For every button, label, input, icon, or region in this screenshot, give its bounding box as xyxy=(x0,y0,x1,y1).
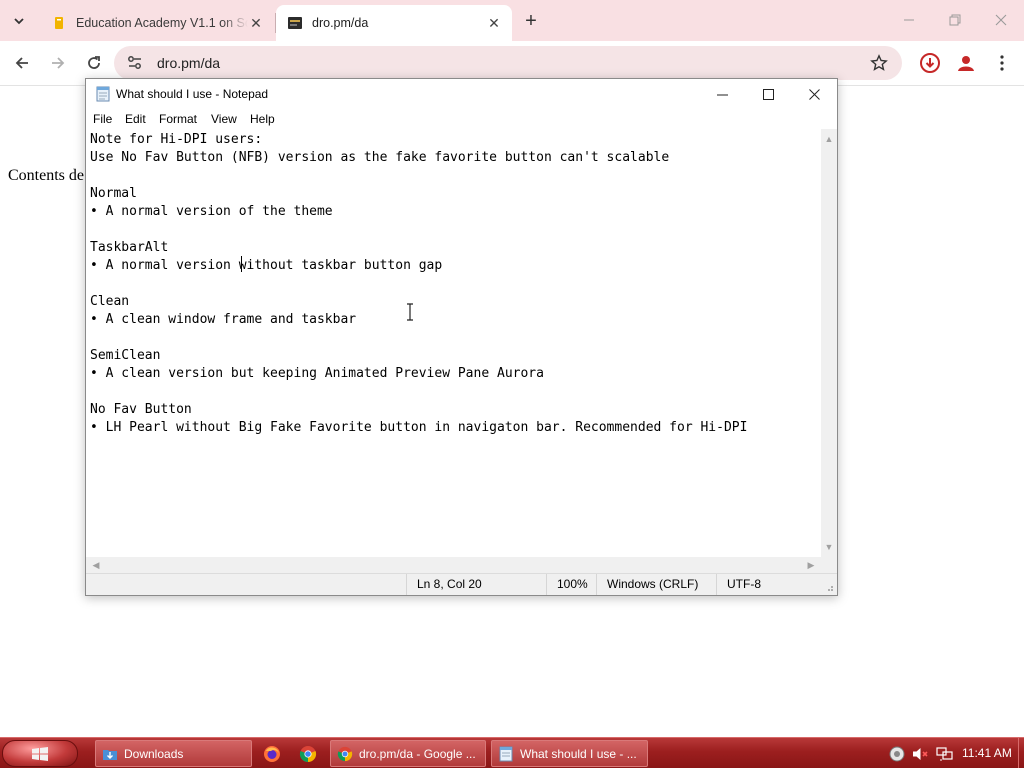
address-bar[interactable]: dro.pm/da xyxy=(114,46,902,80)
volume-muted-icon[interactable] xyxy=(912,745,930,763)
vertical-scrollbar[interactable]: ▲ ▼ xyxy=(821,129,837,557)
text-line xyxy=(90,275,821,293)
chrome-pin[interactable] xyxy=(296,742,320,766)
page-favicon-icon xyxy=(288,17,302,29)
network-icon[interactable] xyxy=(936,745,954,763)
taskbar-item-label: What should I use - ... xyxy=(520,746,637,761)
status-line-ending: Windows (CRLF) xyxy=(596,574,716,595)
chevron-down-icon xyxy=(14,18,24,25)
firefox-pin[interactable] xyxy=(260,742,284,766)
text-line: • A clean version but keeping Animated P… xyxy=(90,366,544,381)
text-line xyxy=(90,383,821,401)
download-indicator-icon[interactable] xyxy=(916,49,944,77)
start-button[interactable] xyxy=(2,740,78,767)
horizontal-scrollbar[interactable]: ◀ ▶ xyxy=(86,557,821,573)
notepad-window[interactable]: What should I use - Notepad File Edit Fo… xyxy=(85,78,838,596)
notepad-icon xyxy=(499,746,513,761)
tray-app-icon[interactable] xyxy=(888,745,906,763)
scroll-up-arrow-icon[interactable]: ▲ xyxy=(821,131,837,147)
close-window-icon[interactable] xyxy=(978,0,1024,40)
menu-format[interactable]: Format xyxy=(159,112,197,126)
taskbar-chrome-window[interactable]: dro.pm/da - Google ... xyxy=(330,740,486,767)
notepad-minimize-icon[interactable] xyxy=(699,79,745,109)
arrow-right-icon xyxy=(52,57,65,69)
reload-button[interactable] xyxy=(80,49,108,77)
text-line xyxy=(90,167,821,185)
taskbar-item-label: Downloads xyxy=(124,746,184,761)
notepad-statusbar: Ln 8, Col 20 100% Windows (CRLF) UTF-8 xyxy=(86,573,837,595)
text-line xyxy=(90,329,821,347)
tab-search-button[interactable] xyxy=(6,8,32,34)
site-settings-icon[interactable] xyxy=(126,54,144,72)
new-tab-button[interactable]: + xyxy=(518,8,544,34)
text-line: Note for Hi-DPI users: xyxy=(90,132,263,147)
address-url: dro.pm/da xyxy=(157,55,221,71)
status-zoom: 100% xyxy=(546,574,596,595)
notepad-text-area[interactable]: Note for Hi-DPI users: Use No Fav Button… xyxy=(86,129,821,557)
chrome-icon xyxy=(337,746,353,761)
show-desktop-button[interactable] xyxy=(1018,738,1024,768)
notepad-maximize-icon[interactable] xyxy=(745,79,791,109)
scroll-left-arrow-icon[interactable]: ◀ xyxy=(88,557,104,573)
notepad-title: What should I use - Notepad xyxy=(116,87,269,101)
minimize-icon[interactable] xyxy=(886,0,932,40)
arrow-left-icon xyxy=(15,57,28,69)
notepad-close-icon[interactable] xyxy=(791,79,837,109)
close-tab-icon[interactable]: ✕ xyxy=(248,15,264,31)
status-cursor-position: Ln 8, Col 20 xyxy=(406,574,546,595)
notepad-menubar: File Edit Format View Help xyxy=(86,109,837,129)
windows-logo-icon xyxy=(32,746,48,761)
bookmark-star-icon[interactable] xyxy=(866,50,892,76)
text-line: • A normal version without taskbar butto… xyxy=(90,258,443,273)
scrollbar-corner xyxy=(821,557,837,573)
page-body-text: Contents de xyxy=(8,167,84,184)
menu-file[interactable]: File xyxy=(93,112,112,126)
taskbar-notepad-window[interactable]: What should I use - ... xyxy=(491,740,648,767)
notepad-titlebar[interactable]: What should I use - Notepad xyxy=(86,79,837,109)
menu-view[interactable]: View xyxy=(211,112,237,126)
profile-avatar-icon[interactable] xyxy=(952,49,980,77)
menu-edit[interactable]: Edit xyxy=(125,112,146,126)
text-line: SemiClean xyxy=(90,348,161,363)
text-line: Use No Fav Button (NFB) version as the f… xyxy=(90,150,670,165)
notepad-icon xyxy=(96,86,110,102)
resize-grip-icon[interactable] xyxy=(824,582,834,592)
text-line: • A normal version of the theme xyxy=(90,204,333,219)
taskbar-clock[interactable]: 11:41 AM xyxy=(962,746,1012,760)
text-line xyxy=(90,221,821,239)
windows-taskbar: Downloads dro.pm/da - Google ... What sh… xyxy=(0,737,1024,768)
taskbar-downloads[interactable]: Downloads xyxy=(95,740,252,767)
close-tab-icon[interactable]: ✕ xyxy=(486,15,502,31)
tab-dro-pm[interactable]: dro.pm/da ✕ xyxy=(276,5,512,41)
chrome-icon xyxy=(299,746,317,763)
text-line: No Fav Button xyxy=(90,402,192,417)
ibeam-cursor-icon xyxy=(407,303,413,321)
scroll-right-arrow-icon[interactable]: ▶ xyxy=(803,557,819,573)
reload-icon xyxy=(88,56,100,69)
text-line: TaskbarAlt xyxy=(90,240,169,255)
text-caret xyxy=(241,256,242,272)
page-favicon-icon xyxy=(55,17,63,29)
tab-education-academy[interactable]: Education Academy V1.1 on Sc ✕ xyxy=(40,5,274,41)
status-encoding: UTF-8 xyxy=(716,574,816,595)
browser-menu-icon[interactable] xyxy=(988,49,1016,77)
text-line: • A clean window frame and taskbar xyxy=(90,312,357,327)
forward-button[interactable] xyxy=(44,49,72,77)
restore-icon[interactable] xyxy=(932,0,978,40)
text-line: • LH Pearl without Big Fake Favorite but… xyxy=(90,420,748,435)
folder-download-icon xyxy=(103,749,117,760)
tab-title: Education Academy V1.1 on Sc xyxy=(76,16,248,30)
text-line: Normal xyxy=(90,186,137,201)
firefox-icon xyxy=(264,746,280,762)
taskbar-item-label: dro.pm/da - Google ... xyxy=(359,746,476,761)
browser-tab-strip: Education Academy V1.1 on Sc ✕ dro.pm/da… xyxy=(0,0,1024,41)
scroll-down-arrow-icon[interactable]: ▼ xyxy=(821,539,837,555)
back-button[interactable] xyxy=(8,49,36,77)
menu-help[interactable]: Help xyxy=(250,112,275,126)
tab-title: dro.pm/da xyxy=(312,16,369,30)
text-line: Clean xyxy=(90,294,130,309)
